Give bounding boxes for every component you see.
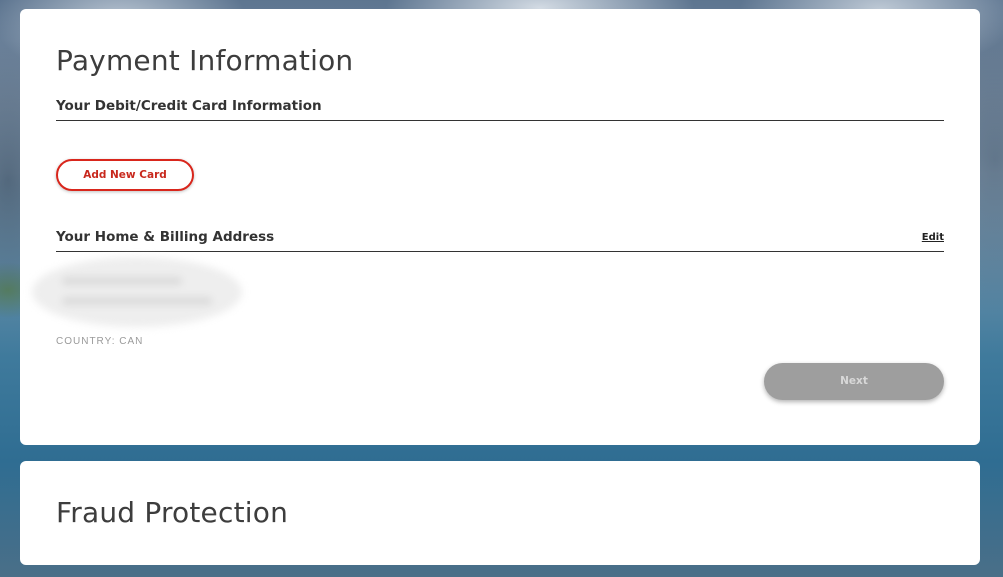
edit-address-link[interactable]: Edit [922, 232, 944, 243]
redacted-address-block [32, 257, 242, 327]
next-button[interactable]: Next [764, 363, 944, 400]
payment-information-card: Payment Information Your Debit/Credit Ca… [20, 9, 980, 445]
card-info-section-header: Your Debit/Credit Card Information [56, 98, 944, 121]
address-country: COUNTRY: CAN [56, 336, 144, 347]
billing-address-section-header: Your Home & Billing Address [56, 229, 944, 252]
fraud-protection-title: Fraud Protection [56, 496, 289, 529]
add-new-card-button[interactable]: Add New Card [56, 159, 194, 191]
fraud-protection-card: Fraud Protection [20, 461, 980, 565]
payment-information-title: Payment Information [56, 44, 354, 77]
